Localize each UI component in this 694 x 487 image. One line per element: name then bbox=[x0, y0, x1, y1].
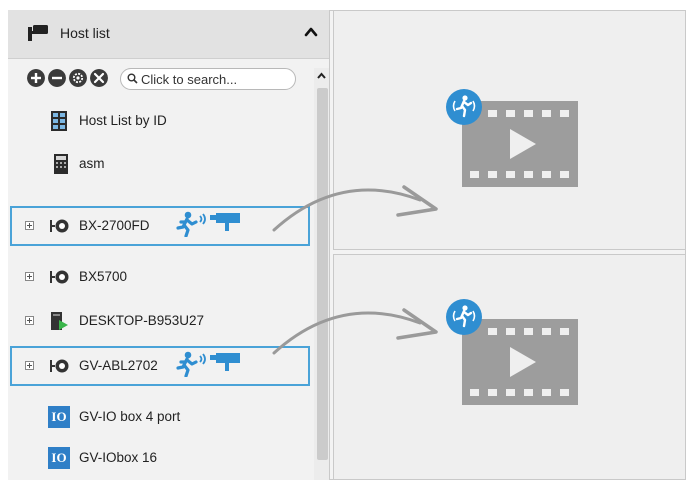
io-box-icon: IO bbox=[48, 447, 70, 469]
tree-item-label: GV-IObox 16 bbox=[79, 450, 158, 465]
search-input[interactable] bbox=[141, 71, 291, 87]
tree-item-gv-abl2702[interactable]: GV-ABL2702 bbox=[8, 345, 313, 387]
camera-mount-icon bbox=[28, 25, 48, 41]
scrollbar-thumb[interactable] bbox=[317, 88, 328, 460]
calculator-icon bbox=[54, 154, 68, 174]
arrow-to-pane-2 bbox=[272, 308, 438, 355]
tree-item-host-list-by-id[interactable]: Host List by ID bbox=[8, 100, 313, 142]
tree-item-label: DESKTOP-B953U27 bbox=[79, 313, 205, 328]
host-list-icon bbox=[51, 111, 67, 131]
motion-detect-icon bbox=[452, 305, 476, 328]
expand-icon[interactable] bbox=[25, 361, 34, 370]
search-icon bbox=[127, 73, 138, 84]
host-tree: Host List by ID asm BX-2700FD BX5700 DES… bbox=[8, 100, 313, 480]
tree-item-bx5700[interactable]: BX5700 bbox=[8, 256, 313, 298]
panel-title: Host list bbox=[60, 25, 110, 41]
host-list-panel: Host list Click to search... Host List b… bbox=[8, 10, 330, 480]
expand-icon[interactable] bbox=[25, 316, 34, 325]
motion-camera-icon bbox=[176, 211, 240, 237]
video-pane-2[interactable] bbox=[333, 254, 686, 480]
expand-icon[interactable] bbox=[25, 221, 34, 230]
camera-icon bbox=[50, 219, 69, 233]
search-box[interactable] bbox=[120, 68, 296, 90]
tree-item-label: BX5700 bbox=[79, 269, 128, 284]
motion-camera-icon bbox=[176, 351, 240, 377]
tree-item-gv-iobox-16[interactable]: IO GV-IObox 16 bbox=[8, 437, 313, 479]
arrow-to-pane-1 bbox=[272, 185, 438, 232]
tree-item-label: GV-IO box 4 port bbox=[79, 409, 181, 424]
tree-item-label: Host List by ID bbox=[79, 113, 167, 128]
chevron-up-icon[interactable] bbox=[301, 22, 321, 42]
tree-item-desktop-b953u27[interactable]: DESKTOP-B953U27 bbox=[8, 300, 313, 342]
camera-icon bbox=[50, 270, 69, 284]
tools-icon[interactable] bbox=[90, 69, 108, 87]
host-list-header[interactable]: Host list bbox=[8, 10, 329, 59]
computer-icon bbox=[51, 312, 68, 330]
tree-item-bx-2700fd[interactable]: BX-2700FD bbox=[8, 205, 313, 247]
add-icon[interactable] bbox=[27, 69, 45, 87]
motion-badge bbox=[446, 89, 482, 125]
io-box-icon: IO bbox=[48, 406, 70, 428]
remove-icon[interactable] bbox=[48, 69, 66, 87]
camera-icon bbox=[50, 359, 69, 373]
tree-item-label: asm bbox=[79, 156, 105, 171]
motion-badge bbox=[446, 299, 482, 335]
tree-item-label: BX-2700FD bbox=[79, 218, 150, 233]
motion-detect-icon bbox=[452, 95, 476, 118]
tree-item-label: GV-ABL2702 bbox=[79, 358, 158, 373]
expand-icon[interactable] bbox=[25, 272, 34, 281]
host-toolbar bbox=[8, 58, 313, 100]
scroll-up-icon[interactable] bbox=[314, 68, 329, 84]
settings-icon[interactable] bbox=[69, 69, 87, 87]
tree-item-asm[interactable]: asm bbox=[8, 142, 313, 184]
tree-item-gv-io-box-4-port[interactable]: IO GV-IO box 4 port bbox=[8, 396, 313, 438]
